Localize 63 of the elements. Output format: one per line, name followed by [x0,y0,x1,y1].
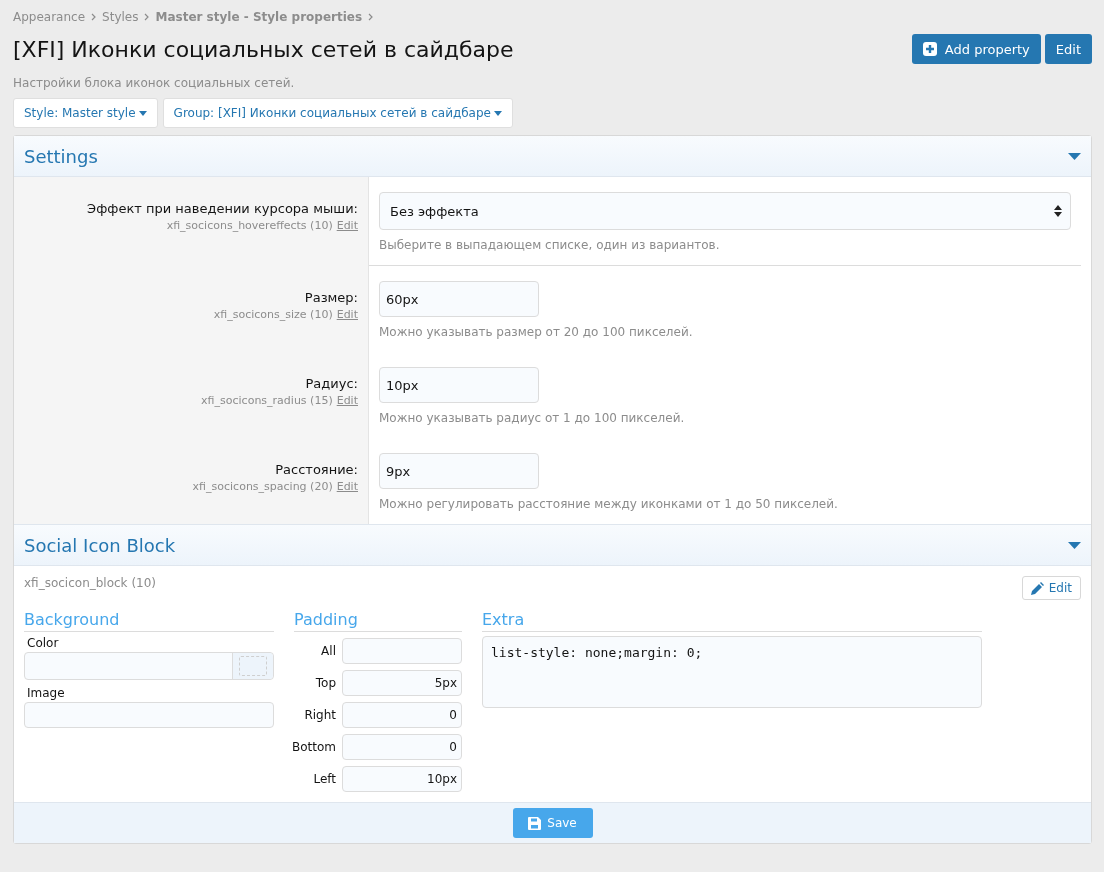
field-hint: Можно указывать радиус от 1 до 100 пикселей. [379,411,686,425]
page-title: [XFI] Иконки социальных сетей в сайдбаре [13,36,514,62]
property-name: xfi_socicons_spacing (20) Edit [192,480,358,493]
edit-link[interactable]: Edit [336,480,358,493]
input-field[interactable]: 9px [379,453,539,489]
field-label: Left [313,772,336,786]
page-description: Настройки блока иконок социальных сетей. [13,76,296,90]
edit-button[interactable]: Edit [1044,34,1092,64]
color-field[interactable] [24,652,274,680]
caret-icon [138,110,147,116]
group-title: Extra [482,610,982,632]
caret-icon [494,110,502,116]
input-field[interactable] [342,638,462,664]
field-label: Bottom [292,740,336,754]
edit-link[interactable]: Edit [336,394,358,407]
text-area[interactable]: list-style: none;margin: 0; [482,636,982,708]
input-field[interactable]: 5px [342,670,462,696]
field-hint: Выберите в выпадающем списке, один из вариантов. [379,238,721,252]
filter-dropdown[interactable]: Group: [XFI] Иконки социальных сетей в сайдбаре [162,98,513,128]
field-label: Эффект при наведении курсора мыши: [87,201,358,216]
edit-button[interactable]: Edit [1021,576,1081,600]
field-label: Color [26,635,60,652]
field-label: All [321,644,336,658]
chevron-right-icon [91,13,97,21]
input-field[interactable]: 10px [379,367,539,403]
chevron-right-icon [368,13,374,21]
save-button[interactable]: Save [512,808,593,838]
property-name: xfi_socicons_hovereffects (10) Edit [166,219,358,232]
add-property-button[interactable]: Add property [911,34,1041,64]
section-title: Settings [24,145,98,167]
pencil-icon [1030,581,1044,595]
field-label: Размер: [304,290,358,305]
breadcrumb-link[interactable]: Styles [102,10,139,24]
field-label: Right [304,708,336,722]
input-field[interactable]: 0 [342,734,462,760]
field-label: Радиус: [305,376,358,391]
property-name: xfi_socicon_block (10) [24,576,157,590]
group-title: Padding [294,610,462,632]
edit-link[interactable]: Edit [336,219,358,232]
input-field[interactable]: 60px [379,281,539,317]
property-name: xfi_socicons_radius (15) Edit [201,394,358,407]
filter-dropdown[interactable]: Style: Master style [13,98,158,128]
chevron-right-icon [144,13,150,21]
field-label: Расстояние: [275,462,358,477]
breadcrumb-link[interactable]: Appearance [13,10,86,24]
field-hint: Можно указывать размер от 20 до 100 пикселей. [379,325,694,339]
input-field[interactable]: 10px [342,766,462,792]
field-label: Image [26,685,66,702]
group-title: Background [24,610,274,632]
input-field[interactable] [24,702,274,728]
select-field[interactable]: Без эффекта [379,192,1071,230]
sort-arrows-icon [1054,205,1062,217]
edit-link[interactable]: Edit [336,308,358,321]
field-label: Top [315,676,336,690]
collapse-icon[interactable] [1068,541,1081,549]
section-title: Social Icon Block [24,534,176,556]
input-field[interactable]: 0 [342,702,462,728]
color-swatch[interactable] [232,653,273,679]
collapse-icon[interactable] [1068,152,1081,160]
breadcrumb-link[interactable]: Master style - Style properties [155,10,363,24]
property-name: xfi_socicons_size (10) Edit [213,308,358,321]
plus-square-icon [922,42,937,56]
field-hint: Можно регулировать расстояние между иконками от 1 до 50 пикселей. [379,497,839,511]
